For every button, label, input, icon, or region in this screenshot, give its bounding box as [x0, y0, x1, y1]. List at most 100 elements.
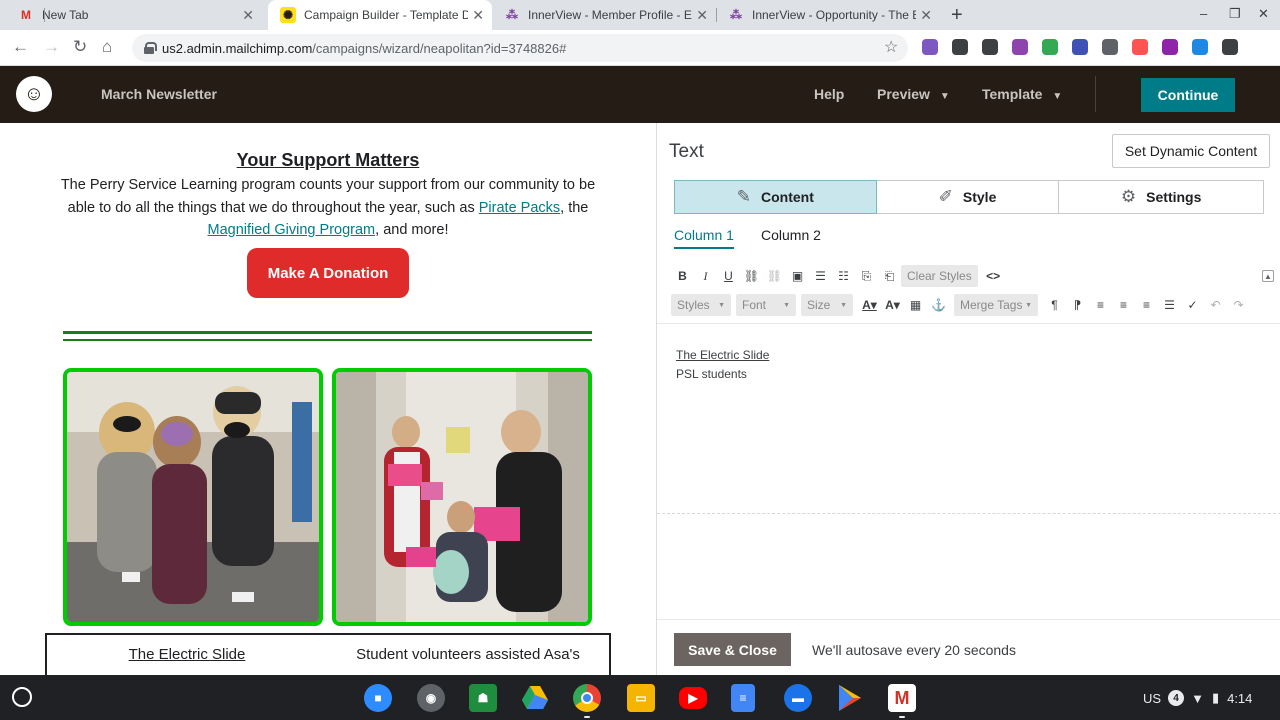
tab-style[interactable]: ✐ Style — [876, 180, 1060, 214]
play-store-icon[interactable] — [836, 684, 864, 712]
set-dynamic-content-button[interactable]: Set Dynamic Content — [1112, 134, 1270, 168]
tab-settings[interactable]: ⚙ Settings — [1059, 180, 1264, 214]
magnified-giving-link[interactable]: Magnified Giving Program — [208, 222, 376, 238]
pirate-packs-link[interactable]: Pirate Packs — [479, 200, 560, 216]
background-color-icon[interactable]: A▾ — [881, 294, 904, 316]
extension-icon[interactable] — [1102, 39, 1118, 55]
mailchimp-logo-icon[interactable]: ☺ — [16, 76, 52, 112]
files-icon[interactable]: ▬ — [784, 684, 812, 712]
classroom-icon[interactable]: ☗ — [469, 684, 497, 712]
minimize-icon[interactable]: – — [1200, 6, 1207, 21]
spellcheck-icon[interactable]: ✓ — [1181, 294, 1204, 316]
help-link[interactable]: Help — [814, 86, 844, 102]
donation-button[interactable]: Make A Donation — [247, 248, 409, 298]
font-dropdown[interactable]: Font ▼ — [736, 294, 796, 316]
battery-icon: ▮ — [1211, 690, 1220, 705]
align-center-icon[interactable]: ≡ — [1112, 294, 1135, 316]
bold-icon[interactable]: B — [671, 265, 694, 287]
photo-students-right[interactable] — [332, 368, 592, 626]
italic-icon[interactable]: I — [694, 265, 717, 287]
save-close-button[interactable]: Save & Close — [674, 633, 791, 666]
bookmark-star-icon[interactable]: ☆ — [884, 37, 898, 57]
align-left-icon[interactable]: ≡ — [1089, 294, 1112, 316]
text-color-icon[interactable]: A▾ — [858, 294, 881, 316]
reload-icon[interactable]: ↻ — [73, 37, 87, 57]
undo-icon[interactable]: ↶ — [1204, 294, 1227, 316]
align-justify-icon[interactable]: ☰ — [1158, 294, 1181, 316]
extension-icon[interactable] — [1072, 39, 1088, 55]
numbered-list-icon[interactable]: ☰ — [809, 265, 832, 287]
size-dropdown[interactable]: Size ▼ — [801, 294, 853, 316]
campaign-name[interactable]: March Newsletter — [101, 86, 217, 102]
tab-innerview-member[interactable]: ⁂ InnerView - Member Profile - Em ✕ — [492, 0, 716, 30]
extension-icon[interactable] — [1012, 39, 1028, 55]
new-tab-button[interactable]: + — [951, 4, 963, 27]
clear-styles-button[interactable]: Clear Styles — [901, 265, 978, 287]
tab-content[interactable]: ✎ Content — [674, 180, 877, 214]
chrome-icon[interactable] — [573, 684, 601, 712]
address-bar[interactable]: us2.admin.mailchimp.com/campaigns/wizard… — [132, 34, 908, 62]
forward-icon[interactable]: → — [43, 37, 60, 57]
extension-icon[interactable] — [1192, 39, 1208, 55]
continue-button[interactable]: Continue — [1141, 78, 1235, 112]
close-window-icon[interactable]: ✕ — [1258, 6, 1269, 22]
extension-icon[interactable] — [952, 39, 968, 55]
ltr-paragraph-icon[interactable]: ¶ — [1043, 294, 1066, 316]
template-menu[interactable]: Template ▼ — [982, 86, 1062, 102]
drive-icon[interactable] — [521, 684, 549, 712]
close-tab-icon[interactable]: ✕ — [920, 7, 932, 24]
photo-students-left[interactable] — [63, 368, 323, 626]
docs-icon[interactable]: ≡ — [731, 684, 755, 712]
content-line-2[interactable]: PSL students — [676, 367, 747, 381]
tab-campaign-builder[interactable]: ✺ Campaign Builder - Template De ✕ — [268, 0, 492, 30]
extension-icon[interactable] — [1222, 39, 1238, 55]
styles-dropdown[interactable]: Styles ▼ — [671, 294, 731, 316]
header-divider — [1095, 76, 1096, 112]
merge-tags-dropdown[interactable]: Merge Tags ▼ — [954, 294, 1038, 316]
table-icon[interactable]: ▦ — [904, 294, 927, 316]
close-tab-icon[interactable]: ✕ — [242, 7, 254, 24]
camera-icon[interactable]: ◉ — [417, 684, 445, 712]
launcher-icon[interactable] — [12, 687, 32, 707]
editor-tabs: ✎ Content ✐ Style ⚙ Settings — [674, 180, 1264, 214]
back-icon[interactable]: ← — [12, 37, 29, 57]
rtl-paragraph-icon[interactable]: ⁋ — [1066, 294, 1089, 316]
extension-icon[interactable] — [922, 39, 938, 55]
slides-icon[interactable]: ▭ — [627, 684, 655, 712]
extension-icon[interactable] — [1042, 39, 1058, 55]
content-line-1[interactable]: The Electric Slide — [676, 346, 769, 365]
caption-right[interactable]: Student volunteers assisted Asa's — [333, 646, 603, 663]
tab-column-1[interactable]: Column 1 — [674, 227, 734, 249]
paste-icon[interactable]: ⎘ — [855, 265, 878, 287]
collapse-toolbar-icon[interactable]: ▲ — [1262, 270, 1274, 282]
anchor-icon[interactable]: ⚓ — [927, 294, 950, 316]
image-icon[interactable]: ▣ — [786, 265, 809, 287]
extension-icon[interactable] — [982, 39, 998, 55]
restore-icon[interactable]: ❐ — [1229, 6, 1241, 22]
home-icon[interactable]: ⌂ — [102, 37, 112, 57]
status-tray[interactable]: US 4 ▼ ▮ 4:14 — [1143, 686, 1252, 710]
caption-left[interactable]: The Electric Slide — [52, 646, 322, 663]
tab-column-2[interactable]: Column 2 — [761, 227, 821, 247]
text-content-area[interactable]: The Electric Slide PSL students — [676, 346, 769, 384]
preview-menu[interactable]: Preview ▼ — [877, 86, 950, 102]
gmail-icon[interactable]: M — [888, 684, 916, 712]
tab-innerview-opportunity[interactable]: ⁂ InnerView - Opportunity - The Ele ✕ — [716, 0, 940, 30]
source-code-icon[interactable]: <> — [982, 265, 1005, 287]
close-tab-icon[interactable]: ✕ — [472, 7, 484, 24]
youtube-icon[interactable]: ▶ — [679, 687, 707, 709]
link-icon[interactable]: ⛓ — [740, 265, 763, 287]
tab-separator — [44, 8, 45, 22]
paste-text-icon[interactable]: ⎗ — [878, 265, 901, 287]
underline-icon[interactable]: U — [717, 265, 740, 287]
extension-icon[interactable] — [1162, 39, 1178, 55]
chevron-down-icon: ▼ — [939, 91, 950, 102]
photo-image — [67, 372, 319, 622]
align-right-icon[interactable]: ≡ — [1135, 294, 1158, 316]
bulleted-list-icon[interactable]: ☷ — [832, 265, 855, 287]
extension-icon[interactable] — [1132, 39, 1148, 55]
zoom-icon[interactable]: ■ — [364, 684, 392, 712]
unlink-icon[interactable]: ⛓ — [763, 265, 786, 287]
redo-icon[interactable]: ↷ — [1227, 294, 1250, 316]
close-tab-icon[interactable]: ✕ — [696, 7, 708, 24]
